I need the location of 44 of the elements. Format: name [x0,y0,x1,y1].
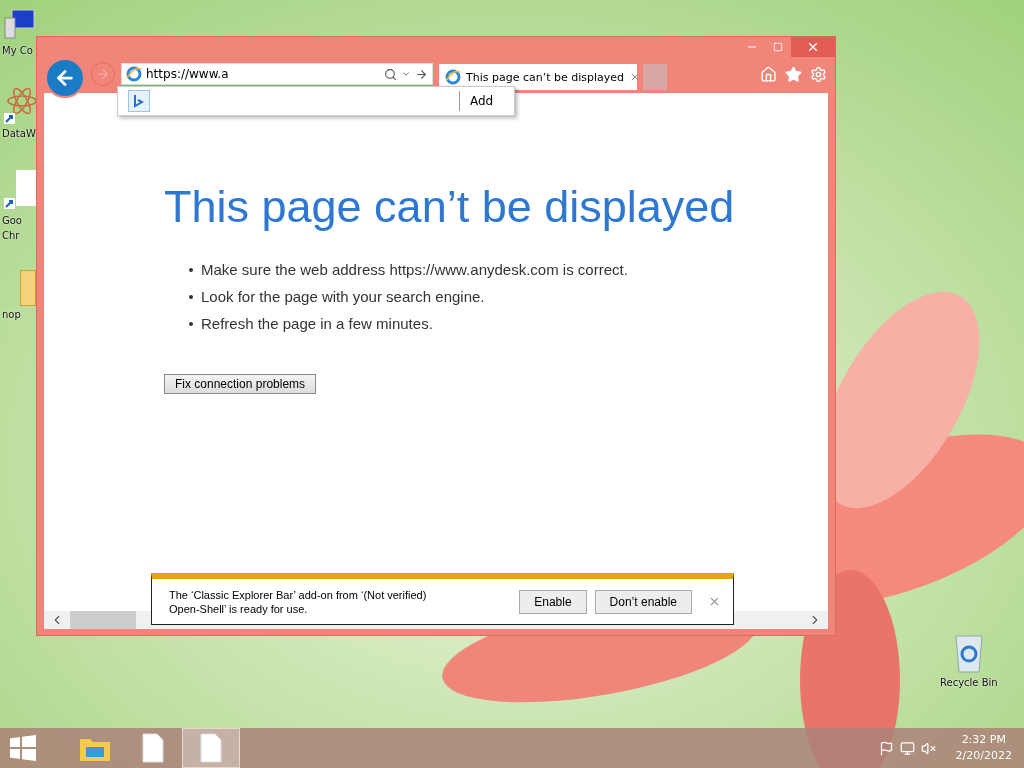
browser-logo-icon [126,66,142,82]
close-icon[interactable] [708,595,721,608]
close-button[interactable] [791,37,835,57]
suggestion-text: Look for the page with your search engine. [201,288,485,305]
desktop-icon-label[interactable]: My Co [2,44,33,57]
start-icon[interactable] [10,735,36,761]
suggestion-text: Refresh the page in a few minutes. [201,315,433,332]
computer-icon [2,8,36,42]
settings-icon[interactable] [810,65,827,83]
notification-message: The ‘Classic Explorer Bar’ add-on from ‘(Not verified) Open-Shell’ is ready for use. [169,587,428,616]
dropdown-icon[interactable] [401,69,411,79]
desktop-icon-label[interactable]: Recycle Bin [940,676,998,689]
desktop-icon-label[interactable]: Goo [2,214,22,227]
shortcut-icon [2,168,36,212]
muted-speaker-icon[interactable] [920,740,936,756]
notification-button[interactable]: Don’t enable [594,589,692,614]
close-icon [806,40,820,54]
desktop-icon-label[interactable]: Chr [2,229,20,242]
network-icon[interactable] [899,740,915,756]
notification-button[interactable]: Enable [519,589,587,614]
add-button[interactable]: Add [459,91,504,111]
scroll-thumb[interactable] [70,611,136,629]
browser-tab[interactable]: This page can’t be displayed [439,64,637,90]
bullet-icon [189,321,193,326]
bullet-icon [189,294,193,299]
browser-logo-icon [445,69,461,85]
folder-icon [20,270,36,306]
blank-file-icon[interactable] [182,728,240,768]
flag-icon[interactable] [878,740,894,756]
suggestion-text: Make sure the web address https://www.anydesk.com is correct. [201,261,628,278]
error-heading: This page can’t be displayed [164,181,736,233]
bullet-icon [189,267,193,272]
desktop-icon-label[interactable]: DataW [2,127,36,140]
search-provider-icon[interactable] [128,90,150,112]
arrow-right-icon [96,67,110,81]
fix-connection-button[interactable]: Fix connection problems [164,374,317,394]
desktop-icon-label[interactable]: nop [2,308,21,321]
home-icon[interactable] [760,65,777,83]
star-icon[interactable] [785,65,802,83]
address-field[interactable]: https://www.a [121,63,433,85]
atom-icon [2,85,36,125]
maximize-icon[interactable] [773,42,783,52]
search-icon[interactable] [384,67,397,81]
go-icon[interactable] [415,67,428,81]
